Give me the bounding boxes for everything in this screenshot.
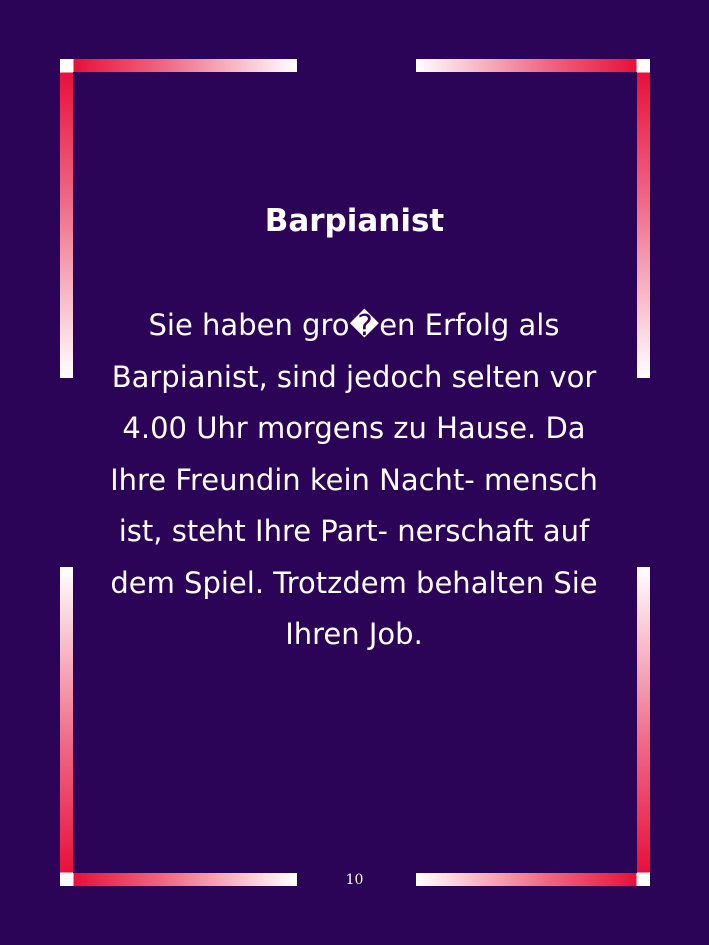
frame-top-left-horizontal <box>60 59 297 72</box>
frame-bottom-left-vertical <box>60 567 73 886</box>
page-number: 10 <box>345 872 364 888</box>
frame-top-right-horizontal <box>416 59 650 72</box>
frame-bottom-right-vertical <box>637 567 650 886</box>
card-title: Barpianist <box>264 203 445 239</box>
card-body-text: Sie haben gro�en Erfolg als Barpianist, … <box>110 308 598 651</box>
